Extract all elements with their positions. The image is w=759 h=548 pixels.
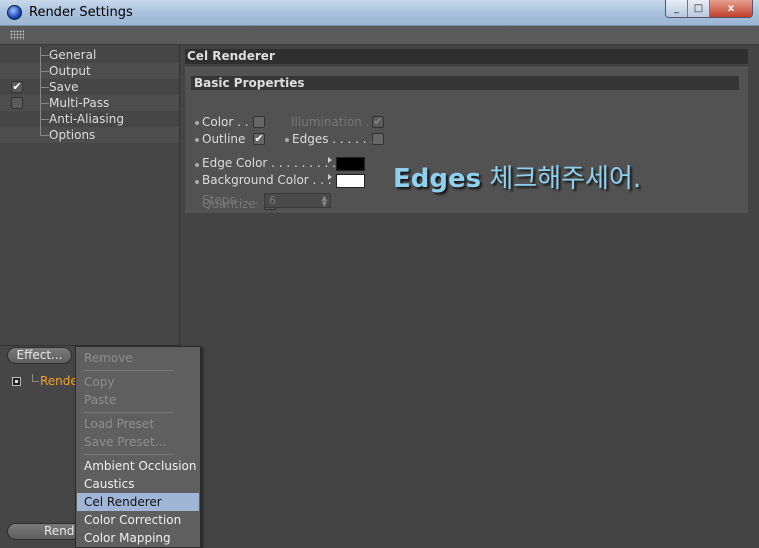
- animate-dot-icon[interactable]: [195, 180, 199, 184]
- annotation-english: Edges: [393, 164, 482, 194]
- animate-dot-icon[interactable]: [195, 163, 199, 167]
- expand-arrow-icon[interactable]: [328, 157, 332, 163]
- background-color-label: Background Color . . .: [202, 173, 332, 187]
- menu-item-load-preset[interactable]: Load Preset: [77, 415, 199, 433]
- basic-properties-group: Basic Properties Color . . Illumination …: [185, 67, 748, 213]
- menu-item-copy[interactable]: Copy: [77, 373, 199, 391]
- cinema4d-app-icon: [7, 5, 22, 20]
- background-color-swatch[interactable]: [336, 174, 365, 188]
- panel-toolstrip: [0, 26, 759, 45]
- window-title: Render Settings: [29, 5, 133, 20]
- edge-color-swatch[interactable]: [336, 157, 365, 171]
- menu-item-remove[interactable]: Remove: [77, 349, 199, 367]
- tree-item-label: Anti-Aliasing: [49, 112, 124, 126]
- effect-button[interactable]: Effect...: [7, 347, 72, 364]
- tree-item-label: Save: [49, 80, 79, 94]
- close-button[interactable]: x: [710, 0, 752, 17]
- steps-value: 6: [269, 194, 276, 207]
- illumination-checkbox[interactable]: ✔: [372, 116, 384, 128]
- menu-item-cel-renderer[interactable]: Cel Renderer: [77, 493, 199, 511]
- edge-color-label: Edge Color . . . . . . . . .: [202, 156, 337, 170]
- minimize-button[interactable]: _: [666, 0, 688, 17]
- animate-dot-icon[interactable]: [285, 138, 289, 142]
- panel-title: Cel Renderer: [185, 49, 748, 64]
- edges-label: Edges . . . . . . .: [292, 132, 382, 146]
- menu-item-color-correction[interactable]: Color Correction: [77, 511, 199, 529]
- animate-dot-icon[interactable]: [195, 121, 199, 125]
- outline-label: Outline: [202, 132, 246, 146]
- tree-branch: [40, 79, 49, 88]
- title-bar: Render Settings _ □ x: [0, 0, 759, 26]
- settings-tree: General Output ✔ Save Multi-Pass Anti-Al…: [0, 45, 180, 345]
- steps-label: Steps . . . .: [202, 193, 267, 207]
- menu-item-save-preset[interactable]: Save Preset...: [77, 433, 199, 451]
- tree-item-options[interactable]: Options: [0, 127, 179, 143]
- tree-branch: [40, 47, 49, 56]
- tree-item-save[interactable]: ✔ Save: [0, 79, 179, 95]
- tree-item-output[interactable]: Output: [0, 63, 179, 79]
- color-label: Color . .: [202, 115, 249, 129]
- properties-panel: Cel Renderer Basic Properties Color . . …: [181, 45, 759, 548]
- steps-input[interactable]: 6 ▲ ▼: [264, 193, 331, 208]
- tree-item-anti-aliasing[interactable]: Anti-Aliasing: [0, 111, 179, 127]
- tree-item-multi-pass[interactable]: Multi-Pass: [0, 95, 179, 111]
- illumination-label: Illumination . .: [291, 115, 378, 129]
- outline-checkbox[interactable]: ✔: [253, 133, 265, 145]
- tree-branch: [40, 127, 49, 136]
- tree-item-label: Output: [49, 64, 91, 78]
- tree-item-general[interactable]: General: [0, 47, 179, 63]
- menu-item-caustics[interactable]: Caustics: [77, 475, 199, 493]
- menu-item-ambient-occlusion[interactable]: Ambient Occlusion: [77, 457, 199, 475]
- tree-branch: [40, 63, 49, 72]
- effect-toggle-icon[interactable]: [12, 377, 21, 386]
- tree-branch: [32, 374, 39, 382]
- group-title: Basic Properties: [191, 76, 739, 90]
- menu-separator: [84, 412, 174, 413]
- spin-down[interactable]: ▼: [322, 200, 327, 208]
- annotation-text: Edges 체크해주세어.: [393, 158, 641, 195]
- maximize-button[interactable]: □: [688, 0, 710, 17]
- tree-item-label: Multi-Pass: [49, 96, 110, 110]
- menu-separator: [84, 454, 174, 455]
- tree-item-label: Options: [49, 128, 96, 142]
- tree-branch: [40, 95, 49, 104]
- multi-pass-checkbox[interactable]: [11, 97, 23, 109]
- edges-checkbox[interactable]: [372, 133, 384, 145]
- effect-context-menu: Remove Copy Paste Load Preset Save Prese…: [75, 346, 201, 548]
- stepper-arrows-icon[interactable]: ▲ ▼: [322, 195, 327, 208]
- expand-arrow-icon[interactable]: [328, 174, 332, 180]
- grip-icon[interactable]: [10, 30, 24, 40]
- save-checkbox[interactable]: ✔: [11, 81, 23, 93]
- annotation-korean: 체크해주세어.: [481, 164, 642, 194]
- animate-dot-icon[interactable]: [195, 138, 199, 142]
- effect-label: Rende: [40, 374, 78, 388]
- tree-item-label: General: [49, 48, 97, 62]
- menu-item-paste[interactable]: Paste: [77, 391, 199, 409]
- menu-item-color-mapping[interactable]: Color Mapping: [77, 529, 199, 547]
- window-controls: _ □ x: [665, 0, 753, 18]
- color-checkbox[interactable]: [253, 116, 265, 128]
- menu-separator: [84, 370, 174, 371]
- tree-branch: [40, 111, 49, 120]
